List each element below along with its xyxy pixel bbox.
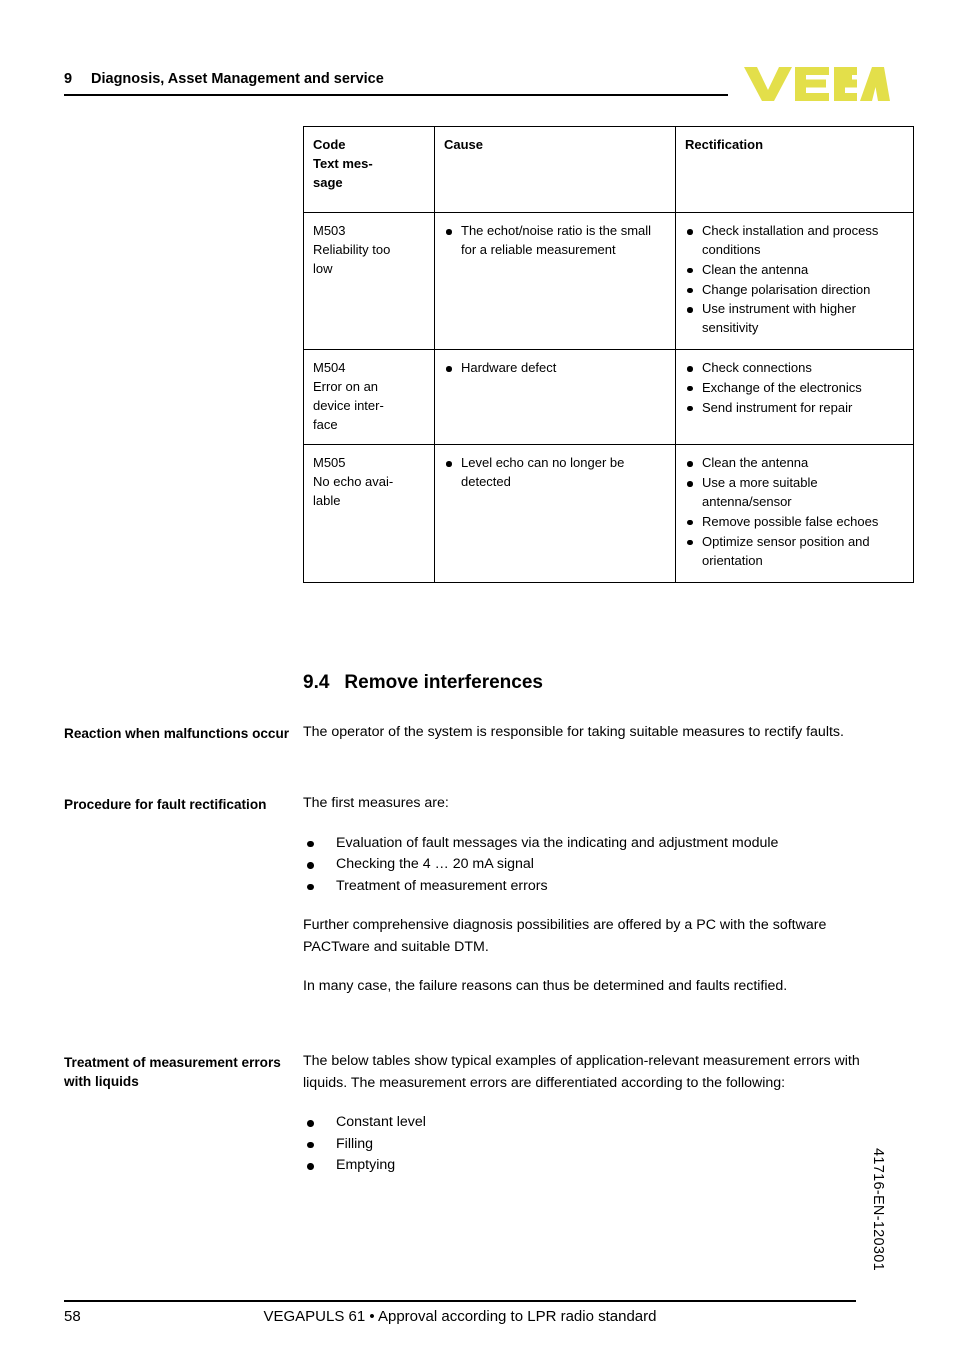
column-header-cause: Cause [434,126,676,213]
list-item: Emptying [303,1155,861,1177]
column-header-code-line2: Text mes- [313,155,373,171]
column-header-code: Code Text mes- sage [303,126,435,213]
cell-rectification: Check installation and process condition… [675,211,914,351]
fault-code-table: Code Text mes- sage Cause Rectification … [303,126,914,583]
paragraph: The below tables show typical examples o… [303,1053,860,1091]
paragraph-intro: The first measures are: [303,795,449,811]
table-body: M503 Reliability too low The echot/noise… [303,211,914,583]
body-procedure: The first measures are: Evaluation of fa… [303,793,861,998]
column-header-rectification: Rectification [675,126,914,213]
list-item: Constant level [303,1112,861,1134]
vega-logo [744,57,890,103]
list-item: Check installation and process condition… [685,222,904,260]
list-item: Clean the antenna [685,454,904,473]
list-item: Checking the 4 … 20 mA signal [303,854,861,876]
table-row: M503 Reliability too low The echot/noise… [303,211,914,351]
column-header-code-line3: sage [313,174,343,190]
list-item: Use a more suitable antenna/sensor [685,474,904,512]
margin-heading-reaction: Reaction when malfunctions occur [64,726,290,741]
margin-heading-treatment: Treatment of measurement errors with liq… [64,1055,281,1090]
document-code-vertical: 41716-EN-120301 [870,1148,886,1272]
table-head: Code Text mes- sage Cause Rectification [303,126,914,213]
table-row: M504 Error on an device inter- face Hard… [303,349,914,446]
section-number: 9.4 [303,672,330,693]
cell-cause: Hardware defect [434,349,676,446]
cell-code: M503 Reliability too low [303,211,435,351]
list-item: Clean the antenna [685,261,904,280]
header-divider [64,94,728,96]
rectification-list: Check installation and process condition… [685,222,904,338]
header-chapter-title: Diagnosis, Asset Management and service [91,71,384,87]
list-item: Filling [303,1134,861,1156]
procedure-bullet-list: Evaluation of fault messages via the ind… [303,833,861,898]
cell-rectification: Clean the antenna Use a more suitable an… [675,444,914,583]
cell-code: M505 No echo avai- lable [303,444,435,583]
code-line: M505 [313,455,346,471]
section-heading: 9.4 Remove interferences [303,672,543,694]
body-treatment: The below tables show typical examples o… [303,1051,861,1195]
list-item: Optimize sensor position and orientation [685,533,904,571]
list-item: Send instrument for repair [685,399,904,418]
cell-cause: Level echo can no longer be detected [434,444,676,583]
paragraph: In many case, the failure reasons can th… [303,978,788,995]
cell-rectification: Check connections Exchange of the electr… [675,349,914,446]
rectification-list: Clean the antenna Use a more suitable an… [685,454,904,570]
column-header-code-line1: Code [313,137,346,152]
code-line: M504 [313,360,346,376]
cell-code: M504 Error on an device inter- face [303,349,435,446]
list-item: Treatment of measurement errors [303,876,861,898]
code-line: Reliability too [313,241,391,257]
code-line: M503 [313,223,346,238]
list-item: Level echo can no longer be detected [444,454,666,492]
treatment-bullet-list: Constant level Filling Emptying [303,1112,861,1177]
code-line: face [313,416,338,432]
code-line: low [313,260,333,276]
cause-list: The echot/noise ratio is the small for a… [444,222,666,260]
cell-cause: The echot/noise ratio is the small for a… [434,211,676,351]
table-header-row: Code Text mes- sage Cause Rectification [303,126,914,213]
paragraph: The operator of the system is responsibl… [303,724,844,740]
body-reaction: The operator of the system is responsibl… [303,722,861,744]
rectification-list: Check connections Exchange of the electr… [685,359,904,418]
list-item: Check connections [685,359,904,378]
header-chapter-number: 9 [64,71,73,87]
list-item: Change polarisation direction [685,281,904,300]
margin-heading-procedure: Procedure for fault rectification [64,797,267,812]
paragraph: Further comprehensive diagnosis possibil… [303,917,827,955]
cause-list: Level echo can no longer be detected [444,454,666,492]
list-item: The echot/noise ratio is the small for a… [444,222,666,260]
code-line: Error on an [313,378,379,394]
cause-list: Hardware defect [444,359,666,378]
footer-divider [64,1300,856,1302]
list-item: Hardware defect [444,359,666,378]
list-item: Remove possible false echoes [685,513,904,532]
code-line: No echo avai- [313,474,394,490]
footer-document-title: VEGAPULS 61 • Approval according to LPR … [263,1308,657,1325]
list-item: Evaluation of fault messages via the ind… [303,833,861,855]
code-line: lable [313,493,341,509]
page-header: 9 Diagnosis, Asset Management and servic… [64,66,890,108]
section-title: Remove interferences [344,672,543,693]
table-row: M505 No echo avai- lable Level echo can … [303,444,914,583]
list-item: Use instrument with higher sensitivity [685,300,904,338]
list-item: Exchange of the electronics [685,379,904,398]
code-line: device inter- [313,397,384,413]
